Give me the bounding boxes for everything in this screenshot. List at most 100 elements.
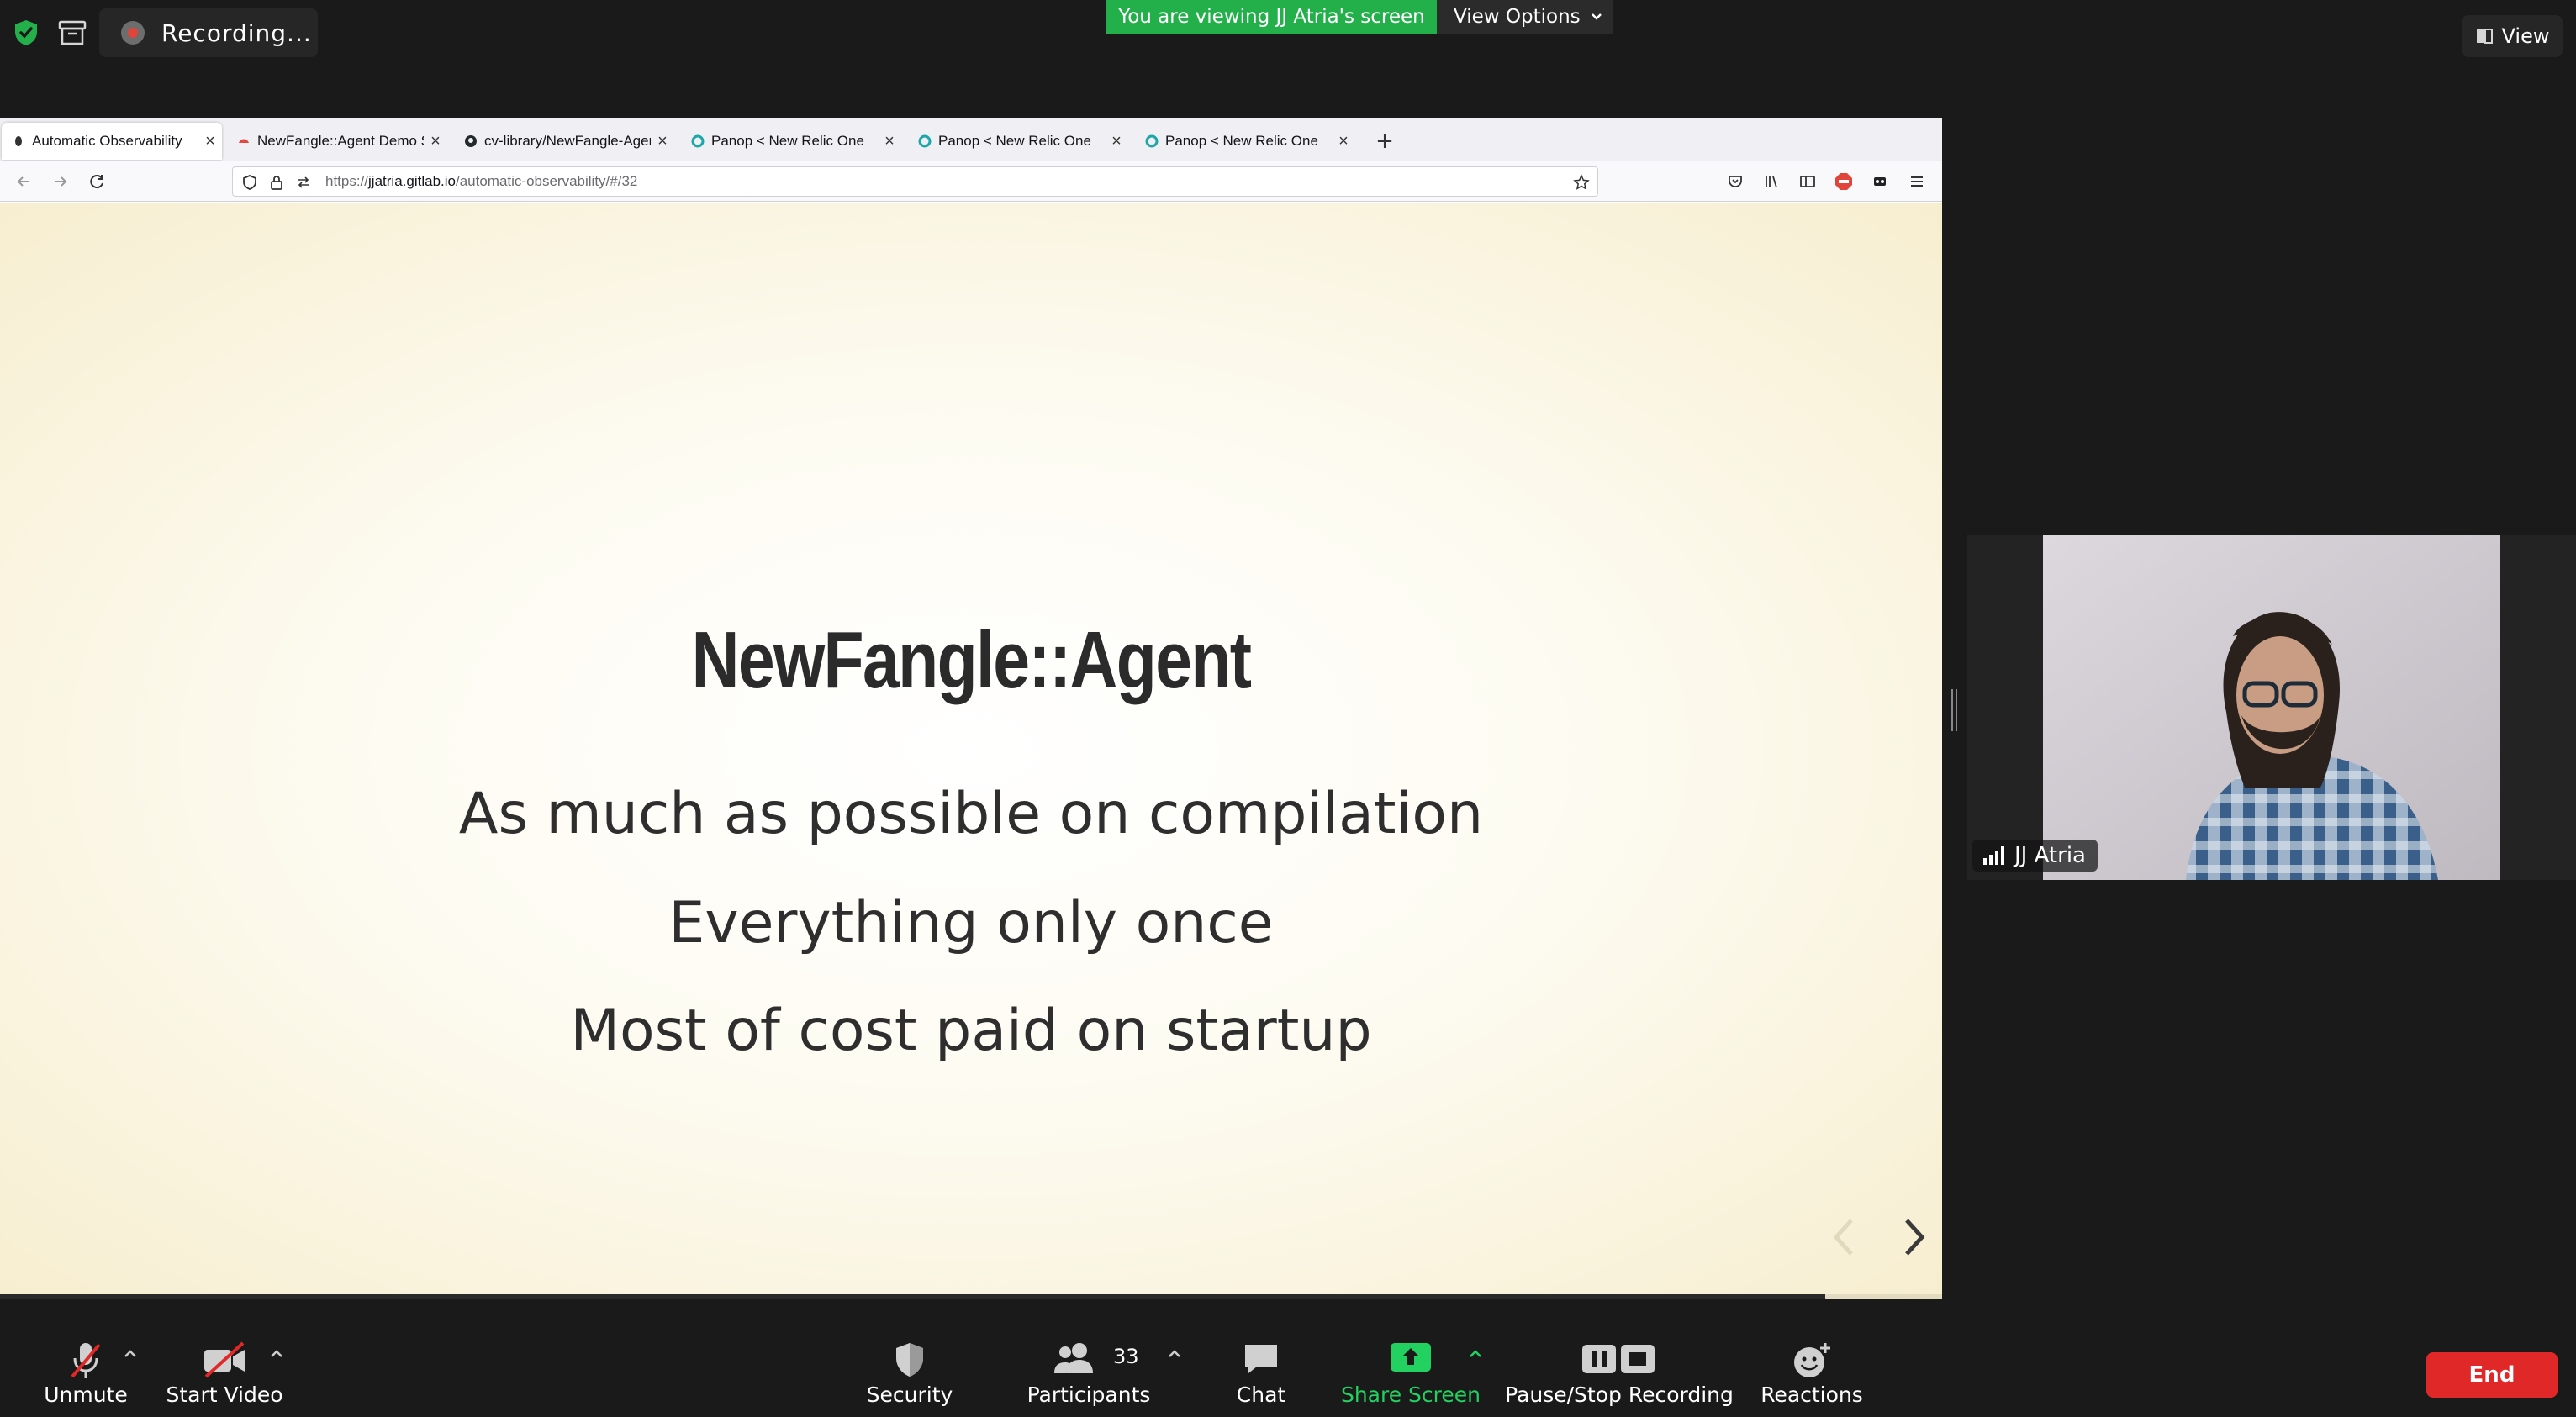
security-button[interactable]: Security [866, 1333, 953, 1417]
share-screen-button[interactable]: Share Screen [1337, 1333, 1485, 1417]
slide-bullet: Everything only once [668, 890, 1274, 956]
back-icon[interactable] [12, 170, 35, 193]
address-bar[interactable]: https://jjatria.gitlab.io/automatic-obse… [232, 166, 1598, 197]
new-relic-icon [691, 134, 705, 148]
participants-button[interactable]: 33 Participants [1026, 1333, 1152, 1417]
view-button[interactable]: View [2462, 15, 2563, 57]
browser-tab[interactable]: Panop < New Relic One × [908, 123, 1128, 160]
participants-label: Participants [1027, 1383, 1151, 1407]
library-icon[interactable] [1760, 170, 1783, 193]
share-screen-label: Share Screen [1340, 1383, 1481, 1407]
shared-screen-browser: Automatic Observability × NewFangle::Age… [0, 118, 1942, 1299]
security-shield-icon [896, 1343, 923, 1377]
recording-label: Recording... [161, 18, 312, 47]
presentation-slide: NewFangle::Agent As much as possible on … [0, 203, 1942, 1299]
chat-button[interactable]: Chat [1227, 1333, 1295, 1417]
reader-view-icon[interactable] [1796, 170, 1819, 193]
browser-tab[interactable]: Panop < New Relic One × [681, 123, 901, 160]
participant-name: JJ Atria [2014, 843, 2086, 868]
github-icon [465, 135, 477, 147]
close-tab-icon[interactable]: × [1105, 132, 1128, 151]
new-tab-button[interactable]: + [1370, 128, 1399, 156]
viewing-screen-banner: You are viewing JJ Atria's screen [1106, 0, 1437, 34]
slide-progress-fill [0, 1294, 1826, 1299]
permissions-icon[interactable] [295, 174, 312, 191]
archive-icon[interactable] [55, 18, 89, 47]
browser-tab[interactable]: Automatic Observability × [2, 123, 222, 160]
participant-video-panel[interactable]: JJ Atria [1967, 535, 2576, 880]
chevron-down-icon [1591, 13, 1602, 20]
slide-bullet: Most of cost paid on startup [570, 998, 1372, 1064]
share-options-caret-icon[interactable] [1466, 1345, 1485, 1363]
muted-microphone-icon [71, 1343, 101, 1378]
view-options-button[interactable]: View Options [1437, 0, 1613, 34]
video-off-icon [204, 1341, 245, 1378]
pause-stop-icon [1582, 1345, 1655, 1373]
meeting-toolbar: Unmute Start Video Security 33 Participa… [0, 1333, 2576, 1417]
browser-tab-title: cv-library/NewFangle-Agen [484, 133, 651, 149]
reload-icon[interactable] [86, 170, 109, 193]
browser-nav-bar: https://jjatria.gitlab.io/automatic-obse… [0, 161, 1942, 202]
browser-tab[interactable]: NewFangle::Agent Demo S × [227, 123, 447, 160]
recording-indicator[interactable]: Recording... [99, 8, 318, 57]
close-tab-icon[interactable]: × [424, 132, 447, 151]
close-tab-icon[interactable]: × [651, 132, 674, 151]
participants-options-caret-icon[interactable] [1165, 1345, 1184, 1363]
encryption-shield-icon[interactable] [12, 18, 40, 47]
slide-prev-arrow-icon[interactable] [1829, 1215, 1858, 1259]
view-options-label: View Options [1454, 6, 1581, 28]
signal-strength-icon [1983, 846, 2004, 865]
close-tab-icon[interactable]: × [198, 132, 222, 151]
reactions-label: Reactions [1760, 1383, 1863, 1407]
slide-progress-bar [0, 1294, 1942, 1299]
tab-favicon-icon [239, 139, 249, 143]
browser-tab-title: NewFangle::Agent Demo S [257, 133, 424, 149]
audio-options-caret-icon[interactable] [121, 1345, 140, 1363]
pause-stop-recording-button[interactable]: Pause/Stop Recording [1505, 1333, 1734, 1417]
share-screen-icon [1391, 1343, 1431, 1372]
lock-icon[interactable] [268, 174, 285, 191]
panel-resize-handle[interactable] [1950, 689, 1958, 731]
recording-dot-icon [121, 21, 145, 45]
reactions-smiley-icon [1794, 1343, 1830, 1377]
security-label: Security [866, 1383, 953, 1407]
end-meeting-button[interactable]: End [2426, 1352, 2558, 1398]
chat-bubble-icon [1245, 1345, 1277, 1373]
browser-tab-strip: Automatic Observability × NewFangle::Age… [0, 118, 1942, 161]
slide-next-arrow-icon[interactable] [1900, 1215, 1929, 1259]
start-video-button[interactable]: Start Video [165, 1333, 284, 1417]
tracking-protection-icon[interactable] [241, 174, 258, 191]
chat-label: Chat [1236, 1383, 1286, 1407]
participant-name-tag: JJ Atria [1972, 840, 2098, 872]
reactions-button[interactable]: Reactions [1755, 1333, 1868, 1417]
browser-tab-title: Panop < New Relic One [711, 133, 864, 149]
browser-tab[interactable]: cv-library/NewFangle-Agen × [454, 123, 674, 160]
browser-tab-title: Panop < New Relic One [1165, 133, 1318, 149]
close-tab-icon[interactable]: × [1332, 132, 1355, 151]
start-video-label: Start Video [166, 1383, 283, 1407]
url-text: https://jjatria.gitlab.io/automatic-obse… [325, 173, 637, 190]
url-scheme: https:// [325, 173, 369, 189]
unmute-label: Unmute [44, 1383, 128, 1407]
new-relic-icon [1145, 134, 1159, 148]
close-tab-icon[interactable]: × [878, 132, 901, 151]
extension-icon[interactable] [1868, 170, 1892, 193]
browser-tab-title: Panop < New Relic One [938, 133, 1091, 149]
participants-count: 33 [1113, 1345, 1139, 1368]
slide-bullet: As much as possible on compilation [458, 781, 1484, 847]
view-button-label: View [2501, 24, 2550, 48]
browser-tab[interactable]: Panop < New Relic One × [1135, 123, 1355, 160]
url-host: jjatria.gitlab.io [368, 173, 456, 189]
video-options-caret-icon[interactable] [267, 1345, 286, 1363]
meeting-top-bar: Recording... You are viewing JJ Atria's … [0, 0, 2576, 71]
url-path: /automatic-observability/#/32 [455, 173, 638, 189]
adblock-icon[interactable] [1832, 170, 1855, 193]
pocket-icon[interactable] [1723, 170, 1747, 193]
view-layout-icon [2476, 29, 2493, 44]
pause-stop-label: Pause/Stop Recording [1505, 1383, 1734, 1407]
forward-icon[interactable] [49, 170, 72, 193]
slide-title: NewFangle::Agent [691, 615, 1252, 705]
hamburger-menu-icon[interactable] [1905, 170, 1929, 193]
bookmark-star-icon[interactable] [1573, 174, 1590, 191]
new-relic-icon [918, 134, 932, 148]
